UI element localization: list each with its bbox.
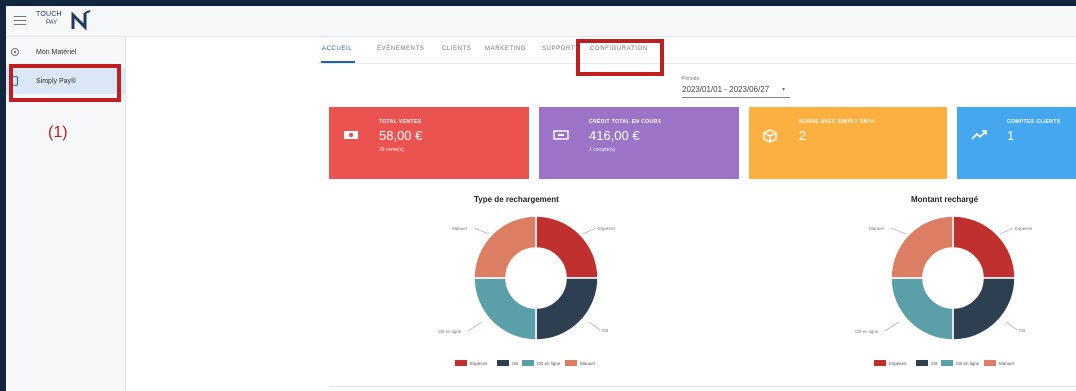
- stat-card-credit-total: CRÉDIT TOTAL EN COURS 416,00 € 1 compte(…: [539, 107, 739, 179]
- gear-icon: [11, 48, 19, 56]
- logo-line1: TOUCH: [36, 11, 62, 18]
- highlight-box-configuration: [576, 39, 664, 76]
- hamburger-menu-icon[interactable]: [14, 16, 26, 26]
- slice-cb-en-ligne[interactable]: [473, 277, 537, 341]
- chart-title-montant-recharge: Montant rechargé: [911, 195, 979, 204]
- card-value: 416,00 €: [589, 128, 640, 143]
- slice-label-especes: Espèces: [598, 226, 616, 231]
- slice-manuel[interactable]: [890, 215, 954, 279]
- stat-card-borne-simply-pay: BORNE AVEC SIMPLY PAY® 2: [749, 107, 947, 179]
- legend-item-especes[interactable]: Espèces: [874, 359, 906, 367]
- chart-title-type-rechargement: Type de rechargement: [474, 195, 559, 204]
- top-bar: TOUCH PAY: [6, 6, 1076, 37]
- card-subtitle: 29 vente(s): [379, 147, 405, 153]
- tab-clients[interactable]: CLIENTS: [442, 46, 472, 52]
- period-select[interactable]: 2023/01/01 - 2023/06/27: [682, 85, 769, 94]
- slice-cb[interactable]: [952, 277, 1016, 341]
- legend-item-cb[interactable]: CB: [497, 359, 518, 367]
- donut-chart-type-rechargement: Espèces CB CB en ligne Manuel: [438, 215, 616, 341]
- legend-item-cb-en-ligne[interactable]: CB en ligne: [522, 359, 560, 367]
- highlight-box-simply-pay: [9, 64, 121, 102]
- sidebar-item-mon-materiel[interactable]: Mon Matériel: [6, 39, 126, 65]
- tabs-divider: [318, 63, 1076, 64]
- slice-label-especes: Espèces: [1015, 226, 1033, 231]
- sidebar-item-label: Mon Matériel: [36, 48, 77, 56]
- tab-support[interactable]: SUPPORT: [542, 46, 575, 52]
- legend-item-especes[interactable]: Espèces: [455, 359, 487, 367]
- app-window: TOUCH PAY Mon Matériel Simply Pay® (1) A…: [0, 0, 1076, 391]
- wallet-icon: [553, 130, 569, 140]
- slice-especes[interactable]: [535, 215, 599, 279]
- slice-especes[interactable]: [952, 215, 1016, 279]
- card-title: TOTAL VENTES: [379, 119, 422, 125]
- slice-label-manuel: Manuel: [869, 226, 884, 231]
- trend-up-icon: [971, 130, 987, 140]
- card-title: BORNE AVEC SIMPLY PAY®: [799, 119, 875, 125]
- period-label: Période: [682, 76, 700, 82]
- card-value: 1: [1007, 128, 1015, 143]
- card-value: 2: [799, 128, 807, 143]
- slice-manuel[interactable]: [473, 215, 537, 279]
- section-divider: [329, 386, 1076, 387]
- legend-item-manuel[interactable]: Manuel: [984, 359, 1014, 367]
- stat-card-total-ventes: TOTAL VENTES 58,00 € 29 vente(s): [329, 107, 529, 179]
- period-underline: [682, 97, 790, 98]
- donut-chart-montant-recharge: Espèces CB CB en ligne Manuel: [855, 215, 1033, 341]
- annotation-label: (1): [48, 124, 68, 141]
- tab-accueil[interactable]: ACCUEIL: [322, 46, 352, 52]
- stat-card-comptes-clients: COMPTES CLIENTS 1: [957, 107, 1076, 179]
- legend-item-cb-en-ligne[interactable]: CB en ligne: [941, 359, 979, 367]
- card-title: COMPTES CLIENTS: [1007, 119, 1061, 125]
- slice-label-cb: CB: [602, 328, 608, 333]
- slice-label-cb: CB: [1019, 328, 1025, 333]
- tab-evenements[interactable]: ÉVÉNEMENTS: [377, 46, 424, 52]
- card-value: 58,00 €: [379, 128, 423, 143]
- cash-icon: [344, 131, 358, 139]
- logo-n-icon: [71, 10, 91, 31]
- logo-line2: PAY: [46, 20, 58, 26]
- card-subtitle: 1 compte(s): [589, 147, 616, 153]
- slice-cb[interactable]: [535, 277, 599, 341]
- slice-label-cb-en-ligne: CB en ligne: [438, 329, 462, 334]
- cube-icon: [763, 129, 777, 143]
- slice-cb-en-ligne[interactable]: [890, 277, 954, 341]
- legend-item-manuel[interactable]: Manuel: [565, 359, 595, 367]
- slice-label-manuel: Manuel: [452, 226, 467, 231]
- chevron-down-icon[interactable]: ▾: [782, 86, 785, 93]
- legend-item-cb[interactable]: CB: [916, 359, 937, 367]
- slice-label-cb-en-ligne: CB en ligne: [855, 329, 879, 334]
- tab-marketing[interactable]: MARKETING: [485, 46, 526, 52]
- card-title: CRÉDIT TOTAL EN COURS: [589, 119, 662, 125]
- touchpay-logo[interactable]: TOUCH PAY: [36, 10, 96, 34]
